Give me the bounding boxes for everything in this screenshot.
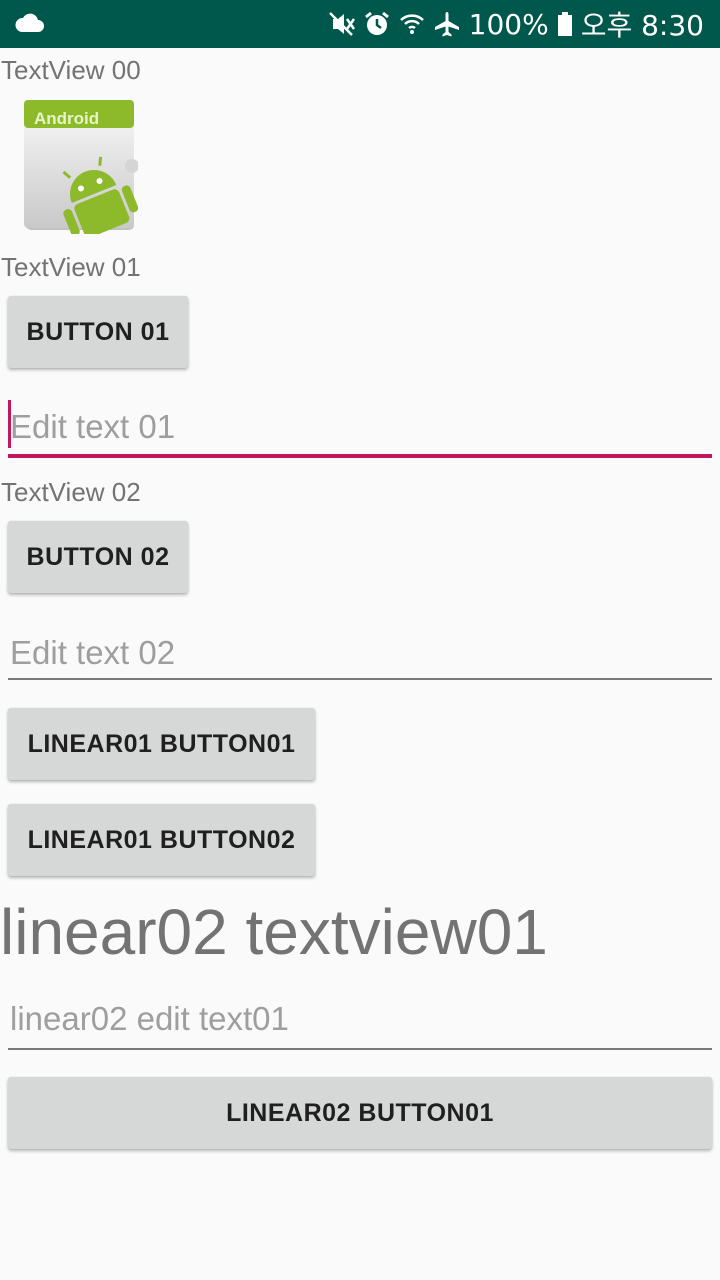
edit-text-02-hint: Edit text 02 (10, 634, 176, 671)
linear02-textview01: linear02 textview01 (0, 896, 548, 968)
android-label: Android (34, 109, 99, 128)
airplane-icon (434, 12, 459, 37)
android-image: Android (22, 98, 139, 238)
textview-00: TextView 00 (1, 55, 141, 85)
edit-text-01-hint: Edit text 01 (10, 408, 176, 445)
edit-text-01-underline (8, 454, 712, 458)
linear02-edit-text01-hint: linear02 edit text01 (10, 1000, 289, 1037)
wifi-icon (399, 14, 424, 34)
button-01[interactable]: BUTTON 01 (8, 296, 188, 368)
edit-text-01[interactable]: Edit text 01 (8, 398, 712, 458)
linear01-button01[interactable]: LINEAR01 BUTTON01 (8, 708, 315, 780)
clock-time: 오후 8:30 (580, 9, 704, 42)
android-launcher-icon: Android (24, 100, 139, 238)
linear01-button02[interactable]: LINEAR01 BUTTON02 (8, 804, 315, 876)
edit-text-02[interactable]: Edit text 02 (8, 624, 712, 680)
textview-01: TextView 01 (1, 252, 141, 282)
mute-vibrate-icon (328, 12, 355, 36)
linear02-edit-text01-underline (8, 1048, 712, 1050)
battery-icon (557, 12, 572, 36)
edit-text-02-underline (8, 678, 712, 680)
status-bar: 100% 오후 8:30 (0, 0, 720, 48)
textview-02: TextView 02 (1, 477, 141, 507)
button-02[interactable]: BUTTON 02 (8, 521, 188, 593)
battery-percent: 100% (468, 7, 549, 41)
cloud-icon (15, 13, 44, 32)
alarm-icon (364, 11, 389, 35)
linear02-edit-text01[interactable]: linear02 edit text01 (8, 994, 712, 1050)
status-icons: 100% 오후 8:30 (327, 0, 704, 48)
linear02-button01[interactable]: LINEAR02 BUTTON01 (8, 1077, 712, 1149)
